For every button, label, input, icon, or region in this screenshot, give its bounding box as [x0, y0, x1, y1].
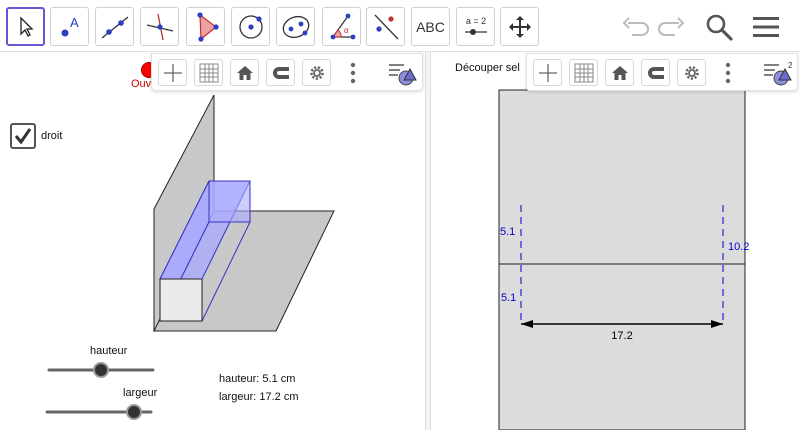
- gear-icon: [684, 65, 699, 80]
- net-drawing: 5.1 5.1 10.2 17.2: [498, 89, 749, 430]
- right-settings-button[interactable]: [677, 59, 706, 86]
- circle-icon: [238, 14, 263, 39]
- point-tool-label: A: [70, 15, 79, 30]
- largeur-slider-thumb[interactable]: [126, 404, 142, 420]
- search-button[interactable]: [701, 10, 737, 44]
- bottom-left-dimension: 5.1: [501, 292, 516, 304]
- right-axes-toggle[interactable]: [533, 59, 562, 86]
- text-tool-label: ABC: [416, 18, 445, 35]
- hauteur-slider-label: hauteur: [90, 345, 128, 357]
- ellipse-icon: [282, 15, 309, 38]
- largeur-slider-label: largeur: [123, 387, 158, 399]
- hauteur-info-text: hauteur: 5.1 cm: [219, 373, 296, 385]
- largeur-info-text: largeur: 17.2 cm: [219, 391, 299, 403]
- top-left-dimension: 5.1: [500, 226, 515, 238]
- axes-icon: [538, 63, 557, 82]
- right-view-toggle-button[interactable]: 2: [759, 59, 795, 86]
- angle-tool-label: α: [344, 26, 349, 35]
- search-icon: [706, 14, 733, 41]
- view-divider[interactable]: [425, 52, 431, 430]
- circle-tool-button[interactable]: [231, 7, 270, 46]
- main-menu-button[interactable]: [748, 10, 784, 44]
- redo-icon: [658, 17, 685, 36]
- perpendicular-line-tool-button[interactable]: [140, 7, 179, 46]
- slider-tool-button[interactable]: a = 2: [456, 7, 495, 46]
- net-rectangle: [498, 89, 746, 430]
- line-icon: [101, 15, 128, 39]
- reflect-tool-button[interactable]: [366, 7, 405, 46]
- geogebra-app: A α ABC a = 2 Ouv droit hauteur largeur …: [0, 0, 800, 430]
- more-vertical-icon: [725, 62, 731, 83]
- slider-icon: a = 2: [464, 16, 487, 35]
- width-dimension: 17.2: [611, 330, 632, 342]
- slider-tool-label: a = 2: [465, 16, 485, 26]
- point-tool-button[interactable]: A: [50, 7, 89, 46]
- hauteur-slider[interactable]: [46, 360, 156, 380]
- right-snap-button[interactable]: [641, 59, 670, 86]
- cut-view-title: Découper sel: [455, 62, 520, 74]
- right-home-button[interactable]: [605, 59, 634, 86]
- right-grid-toggle[interactable]: [569, 59, 598, 86]
- text-tool-button[interactable]: ABC: [411, 7, 450, 46]
- graphics-style-icon: 2: [764, 61, 793, 85]
- polygon-tool-button[interactable]: [186, 7, 225, 46]
- grid-icon: [574, 63, 593, 82]
- right-style-bar: 2: [526, 53, 798, 91]
- menu-icon: [753, 17, 779, 37]
- undo-button[interactable]: [617, 10, 653, 44]
- move-tool-button[interactable]: [6, 7, 45, 46]
- line-tool-button[interactable]: [95, 7, 134, 46]
- style-bar-badge: 2: [788, 61, 793, 70]
- polygon-icon: [196, 11, 219, 42]
- redo-button[interactable]: [654, 10, 690, 44]
- move-graphics-tool-button[interactable]: [500, 7, 539, 46]
- main-toolbar: A α ABC a = 2: [0, 0, 800, 52]
- angle-icon: α: [330, 13, 355, 39]
- point-icon: A: [61, 15, 79, 36]
- magnet-icon: [647, 66, 664, 79]
- home-icon: [611, 65, 628, 80]
- move-arrows-icon: [508, 15, 531, 38]
- hauteur-slider-thumb[interactable]: [93, 362, 109, 378]
- perpendicular-line-icon: [146, 13, 173, 40]
- ellipse-tool-button[interactable]: [276, 7, 315, 46]
- angle-tool-button[interactable]: α: [322, 7, 361, 46]
- undo-icon: [622, 17, 649, 36]
- right-more-button[interactable]: [721, 59, 735, 86]
- cursor-arrow-icon: [19, 15, 34, 37]
- largeur-slider[interactable]: [44, 402, 154, 422]
- right-dimension: 10.2: [728, 241, 749, 253]
- reflect-icon: [374, 14, 398, 39]
